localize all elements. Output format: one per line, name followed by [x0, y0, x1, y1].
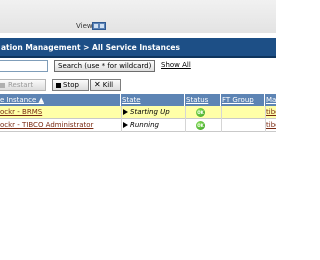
stop-button[interactable]: Stop: [52, 79, 89, 91]
status-ok-icon: OK: [196, 121, 205, 130]
play-icon: [123, 122, 128, 128]
column-header-status[interactable]: Status: [186, 94, 221, 106]
column-divider: [185, 106, 186, 132]
table-header: e Instance ▲ State Status FT Group Ma: [0, 94, 276, 106]
restart-icon: [0, 82, 5, 88]
state-text: Starting Up: [130, 108, 170, 116]
instance-link[interactable]: ockr - BRMS: [0, 106, 120, 118]
stop-label: Stop: [63, 81, 79, 89]
ft-group-cell: [222, 119, 264, 131]
play-icon: [123, 109, 128, 115]
kill-label: Kill: [102, 81, 114, 89]
breadcrumb: ation Management > All Service Instances: [1, 42, 180, 52]
kill-icon: ✕: [94, 80, 101, 89]
state-cell: Starting Up: [123, 106, 185, 118]
show-all-link[interactable]: Show All: [161, 61, 191, 69]
table-row[interactable]: ockr - BRMS Starting Up OK tibc: [0, 106, 276, 119]
state-text: Running: [130, 121, 159, 129]
search-input[interactable]: [0, 60, 48, 72]
machine-link[interactable]: tibc: [266, 119, 276, 131]
column-divider: [265, 106, 266, 132]
column-divider: [121, 106, 122, 132]
search-button[interactable]: Search (use * for wildcard): [54, 60, 156, 72]
column-header-machine[interactable]: Ma: [266, 94, 276, 106]
top-bar: View:: [0, 0, 276, 33]
kill-button[interactable]: ✕ Kill: [90, 79, 121, 91]
page-title-bar: ation Management > All Service Instances: [0, 38, 276, 58]
column-header-instance[interactable]: e Instance ▲: [0, 94, 121, 106]
machine-link[interactable]: tibc: [266, 106, 276, 118]
state-cell: Running: [123, 119, 185, 131]
view-toggle-icon[interactable]: [92, 22, 106, 30]
column-header-ft-group[interactable]: FT Group: [222, 94, 265, 106]
column-header-state[interactable]: State: [122, 94, 185, 106]
restart-button[interactable]: Restart: [0, 79, 46, 91]
ft-group-cell: [222, 106, 264, 118]
action-toolbar: Restart Stop ✕ Kill: [0, 79, 276, 93]
table-row[interactable]: ockr - TIBCO Administrator Running OK ti…: [0, 119, 276, 132]
instance-link[interactable]: ockr - TIBCO Administrator: [0, 119, 120, 131]
restart-label: Restart: [8, 81, 34, 89]
column-divider: [221, 106, 222, 132]
search-row: Search (use * for wildcard) Show All: [0, 60, 276, 74]
status-ok-icon: OK: [196, 108, 205, 117]
stop-icon: [56, 82, 61, 88]
